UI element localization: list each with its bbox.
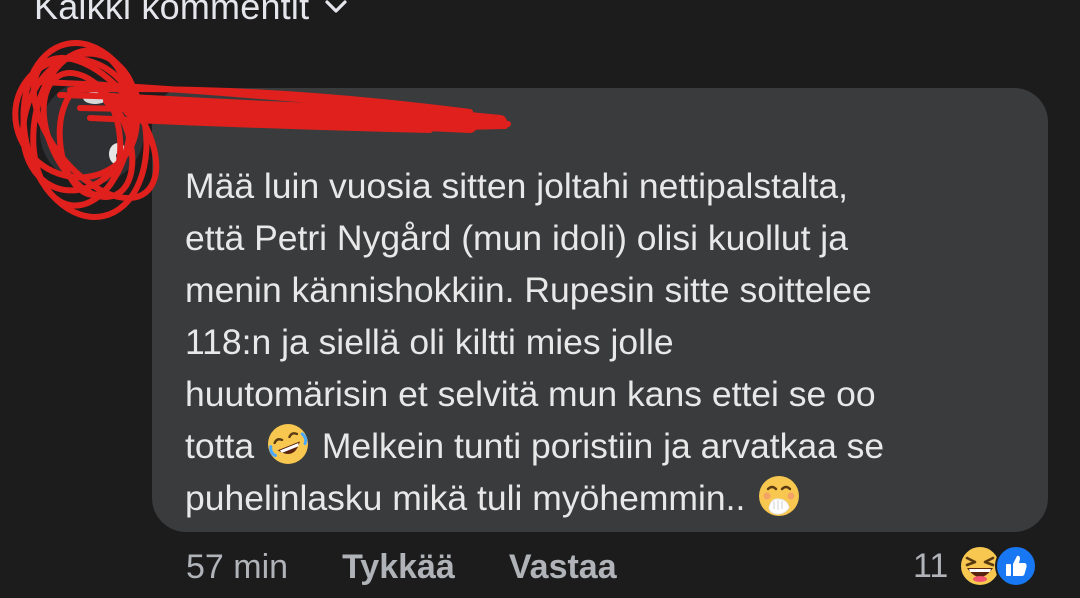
reaction-summary[interactable]: 11 (913, 544, 1038, 588)
comment-view: Kaikki kommentit Mää luin vuosia sitten … (0, 0, 1080, 598)
comment-actions: 57 min Tykkää Vastaa (186, 548, 617, 587)
comment-timestamp[interactable]: 57 min (186, 548, 288, 587)
like-button[interactable]: Tykkää (342, 548, 455, 587)
like-reaction-icon (995, 545, 1038, 587)
comment-text-part-1: Mää luin vuosia sitten joltahi nettipals… (185, 166, 876, 466)
comments-filter-dropdown[interactable]: Kaikki kommentit (34, 0, 349, 28)
comment-text: Mää luin vuosia sitten joltahi nettipals… (185, 160, 1035, 524)
rolling-on-floor-laughing-emoji (267, 424, 308, 464)
reply-button[interactable]: Vastaa (509, 548, 617, 587)
face-with-hand-over-mouth-emoji (759, 476, 800, 516)
comments-filter-label: Kaikki kommentit (34, 0, 310, 27)
avatar[interactable] (40, 80, 144, 184)
chevron-down-icon (325, 0, 347, 13)
comment-bubble: Mää luin vuosia sitten joltahi nettipals… (152, 88, 1048, 532)
reaction-count: 11 (913, 546, 949, 585)
avatar-image (40, 80, 144, 184)
